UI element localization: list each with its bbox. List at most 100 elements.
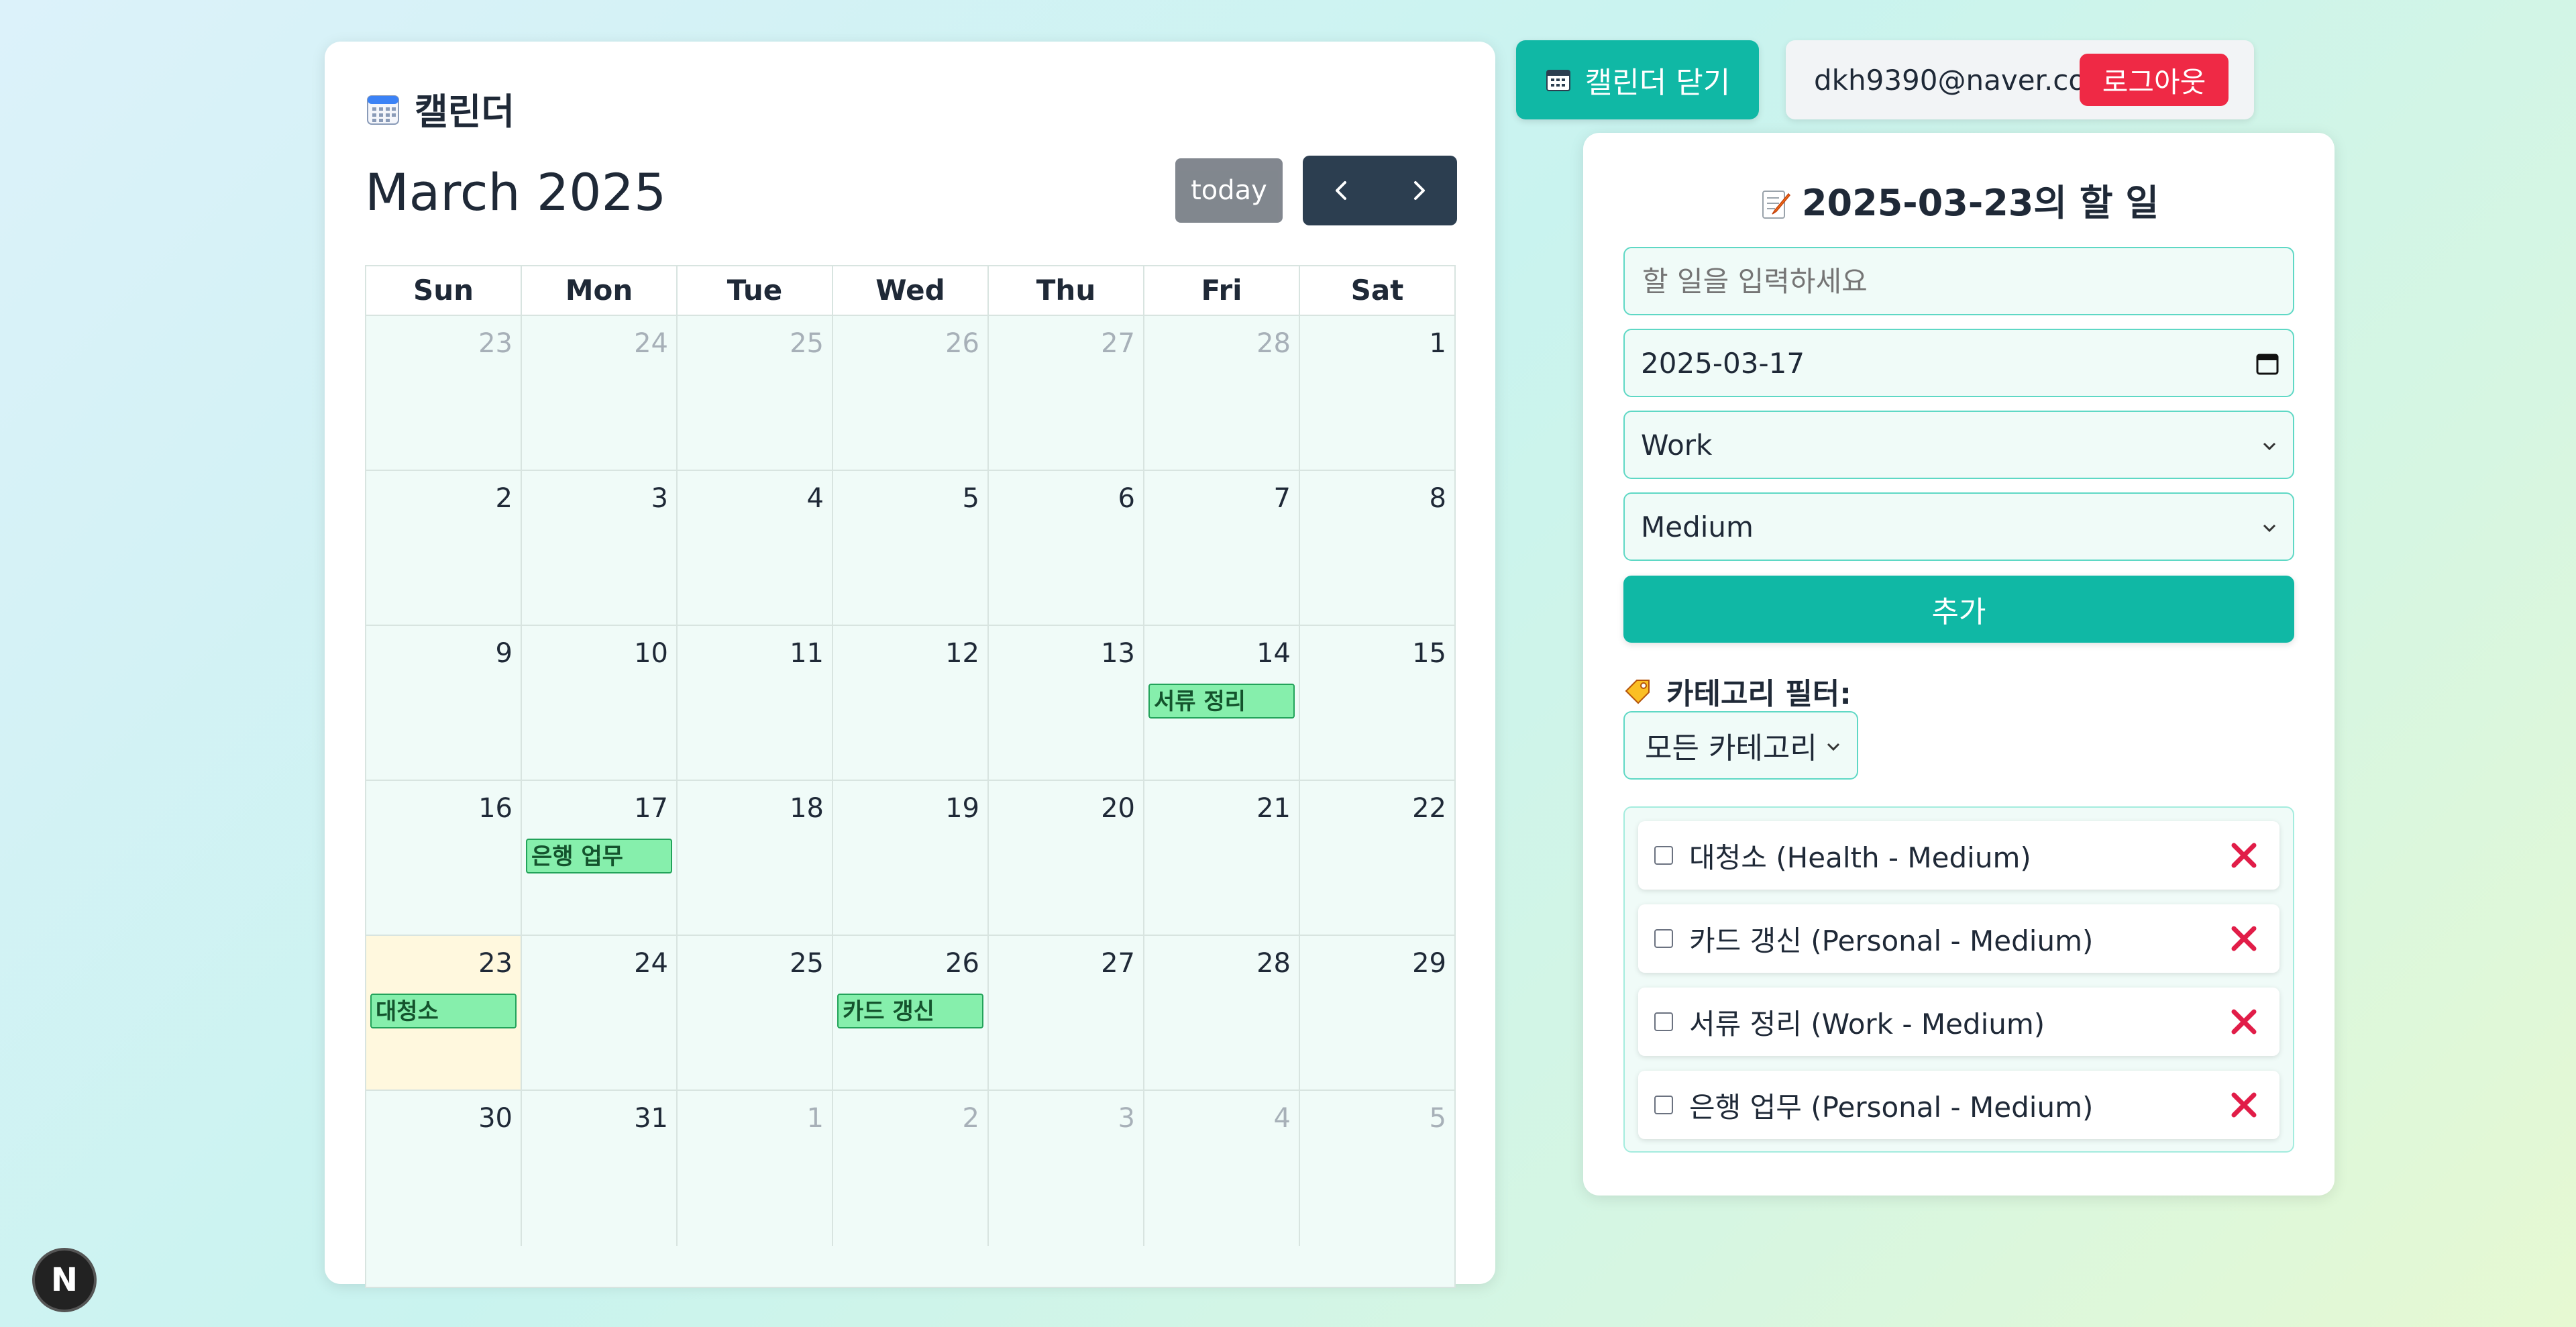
day-number: 6 (1118, 483, 1135, 514)
week-row: 23 대청소 24 25 26 카드 갱신 27 28 29 (366, 936, 1454, 1091)
todo-item: 은행 업무 (Personal - Medium) (1638, 1071, 2279, 1139)
logout-button[interactable]: 로그아웃 (2080, 54, 2229, 106)
todo-title-text: 2025-03-23의 할 일 (1801, 182, 2159, 224)
day-cell[interactable]: 23 (366, 316, 522, 470)
day-cell[interactable]: 27 (989, 936, 1144, 1090)
calendar-icon (1546, 70, 1570, 91)
day-cell[interactable]: 3 (522, 471, 678, 625)
day-cell[interactable]: 17 은행 업무 (522, 781, 678, 935)
calendar-event[interactable]: 은행 업무 (526, 839, 672, 873)
calendar-icon (366, 92, 400, 125)
day-cell[interactable]: 25 (678, 936, 833, 1090)
day-cell[interactable]: 2 (366, 471, 522, 625)
day-cell[interactable]: 1 (1300, 316, 1454, 470)
day-cell[interactable]: 20 (989, 781, 1144, 935)
day-cell[interactable]: 12 (833, 626, 989, 780)
day-number: 30 (478, 1103, 513, 1134)
calendar-event[interactable]: 서류 정리 (1148, 684, 1295, 719)
day-cell[interactable]: 22 (1300, 781, 1454, 935)
todo-panel: 2025-03-23의 할 일 2025-03-17 Work Medium 추… (1583, 133, 2334, 1196)
day-cell[interactable]: 24 (522, 936, 678, 1090)
close-calendar-button[interactable]: 캘린더 닫기 (1516, 40, 1759, 119)
todo-checkbox[interactable] (1654, 1096, 1673, 1114)
month-grid: Sun Mon Tue Wed Thu Fri Sat 23 24 25 26 27 28… (365, 265, 1456, 1288)
tag-icon (1625, 680, 1650, 704)
day-cell[interactable]: 31 (522, 1091, 678, 1246)
day-number: 26 (945, 948, 979, 979)
delete-icon[interactable] (2229, 1090, 2259, 1120)
day-number: 7 (1273, 483, 1291, 514)
day-cell[interactable]: 11 (678, 626, 833, 780)
weekday-header-row: Sun Mon Tue Wed Thu Fri Sat (366, 266, 1454, 316)
chevron-right-icon (1413, 181, 1425, 200)
day-cell[interactable]: 29 (1300, 936, 1454, 1090)
day-cell[interactable]: 9 (366, 626, 522, 780)
category-filter-select[interactable]: 모든 카테고리 (1623, 711, 1858, 780)
category-select[interactable]: Work (1623, 411, 2294, 479)
todo-checkbox[interactable] (1654, 929, 1673, 948)
next-month-button[interactable] (1380, 156, 1457, 225)
day-cell[interactable]: 7 (1144, 471, 1300, 625)
chevron-left-icon (1335, 181, 1346, 200)
nextjs-badge[interactable]: N (32, 1248, 97, 1312)
day-cell[interactable]: 26 카드 갱신 (833, 936, 989, 1090)
month-nav (1303, 156, 1457, 225)
day-cell[interactable]: 16 (366, 781, 522, 935)
day-cell[interactable]: 24 (522, 316, 678, 470)
day-cell[interactable]: 28 (1144, 316, 1300, 470)
day-cell[interactable]: 30 (366, 1091, 522, 1246)
today-button[interactable]: today (1175, 158, 1283, 223)
day-number: 9 (495, 638, 513, 669)
day-number: 25 (790, 328, 824, 359)
calendar-header: 캘린더 (366, 82, 515, 135)
todo-checkbox[interactable] (1654, 1012, 1673, 1031)
category-filter-label: 카테고리 필터: (1623, 670, 1851, 712)
delete-icon[interactable] (2229, 1006, 2259, 1037)
priority-select[interactable]: Medium (1623, 492, 2294, 561)
todo-checkbox[interactable] (1654, 846, 1673, 865)
chevron-down-icon (1827, 743, 1840, 751)
week-row: 9 10 11 12 13 14 서류 정리 15 (366, 626, 1454, 781)
day-number: 2 (962, 1103, 979, 1134)
calendar-picker-icon[interactable] (2255, 352, 2279, 376)
day-cell[interactable]: 2 (833, 1091, 989, 1246)
day-cell[interactable]: 21 (1144, 781, 1300, 935)
day-cell[interactable]: 4 (678, 471, 833, 625)
day-cell[interactable]: 19 (833, 781, 989, 935)
day-cell[interactable]: 10 (522, 626, 678, 780)
day-cell[interactable]: 25 (678, 316, 833, 470)
day-cell[interactable]: 1 (678, 1091, 833, 1246)
prev-month-button[interactable] (1303, 156, 1380, 225)
todo-item: 서류 정리 (Work - Medium) (1638, 988, 2279, 1056)
day-cell[interactable]: 15 (1300, 626, 1454, 780)
day-cell[interactable]: 18 (678, 781, 833, 935)
add-button[interactable]: 추가 (1623, 576, 2294, 643)
delete-icon[interactable] (2229, 923, 2259, 954)
day-cell[interactable]: 28 (1144, 936, 1300, 1090)
day-cell[interactable]: 5 (833, 471, 989, 625)
todo-input-field[interactable] (1623, 247, 2294, 315)
calendar-event[interactable]: 대청소 (370, 994, 517, 1028)
day-cell[interactable]: 8 (1300, 471, 1454, 625)
day-number: 22 (1412, 793, 1446, 824)
day-cell[interactable]: 6 (989, 471, 1144, 625)
day-cell-today[interactable]: 23 대청소 (366, 936, 522, 1090)
day-number: 5 (1429, 1103, 1446, 1134)
day-cell[interactable]: 27 (989, 316, 1144, 470)
user-info: dkh9390@naver.com 로그아웃 (1786, 40, 2254, 119)
day-cell[interactable]: 5 (1300, 1091, 1454, 1246)
day-number: 5 (962, 483, 979, 514)
day-cell[interactable]: 4 (1144, 1091, 1300, 1246)
day-cell[interactable]: 26 (833, 316, 989, 470)
delete-icon[interactable] (2229, 840, 2259, 871)
memo-icon (1762, 191, 1790, 219)
day-number: 4 (806, 483, 824, 514)
day-cell[interactable]: 3 (989, 1091, 1144, 1246)
calendar-event[interactable]: 카드 갱신 (837, 994, 983, 1028)
day-cell[interactable]: 14 서류 정리 (1144, 626, 1300, 780)
calendar-panel: 캘린더 March 2025 today Sun Mon Tue Wed Thu… (325, 42, 1495, 1288)
day-number: 14 (1256, 638, 1291, 669)
day-cell[interactable]: 13 (989, 626, 1144, 780)
todo-input[interactable] (1641, 264, 2277, 299)
date-field[interactable]: 2025-03-17 (1623, 329, 2294, 397)
